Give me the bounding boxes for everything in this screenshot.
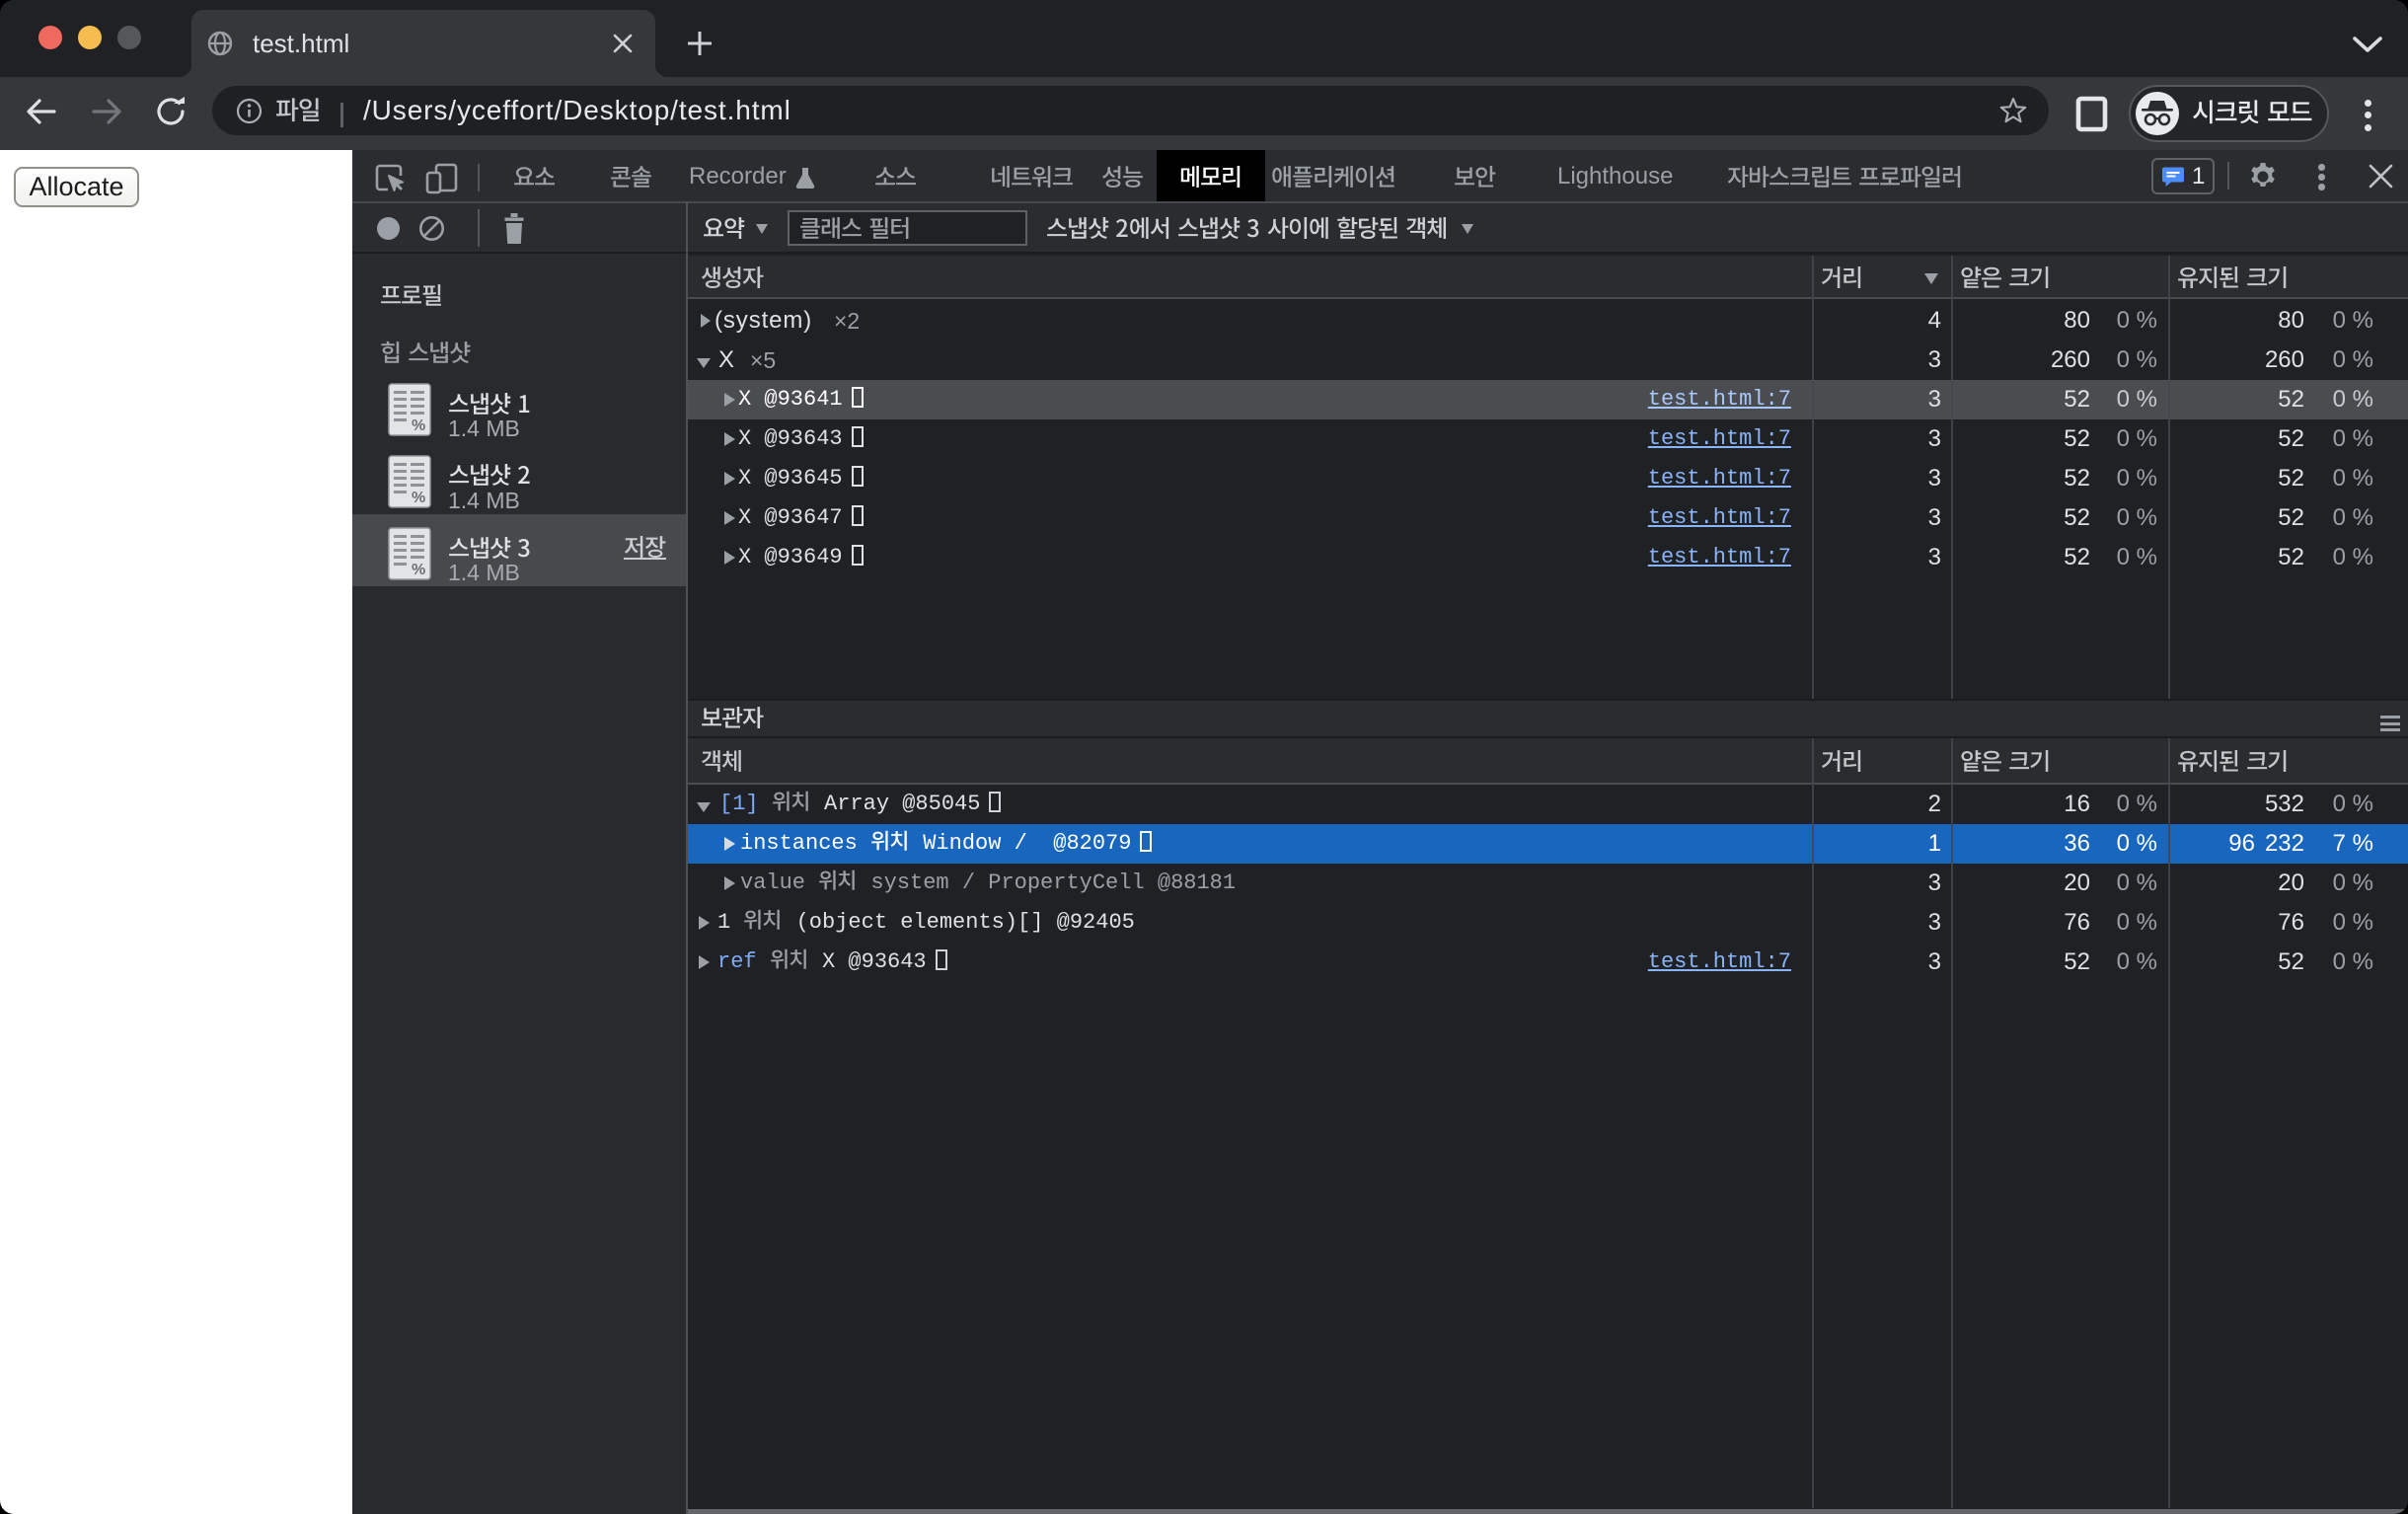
svg-text:%: % xyxy=(412,490,425,506)
svg-text:%: % xyxy=(412,417,425,434)
svg-text:%: % xyxy=(412,562,425,578)
